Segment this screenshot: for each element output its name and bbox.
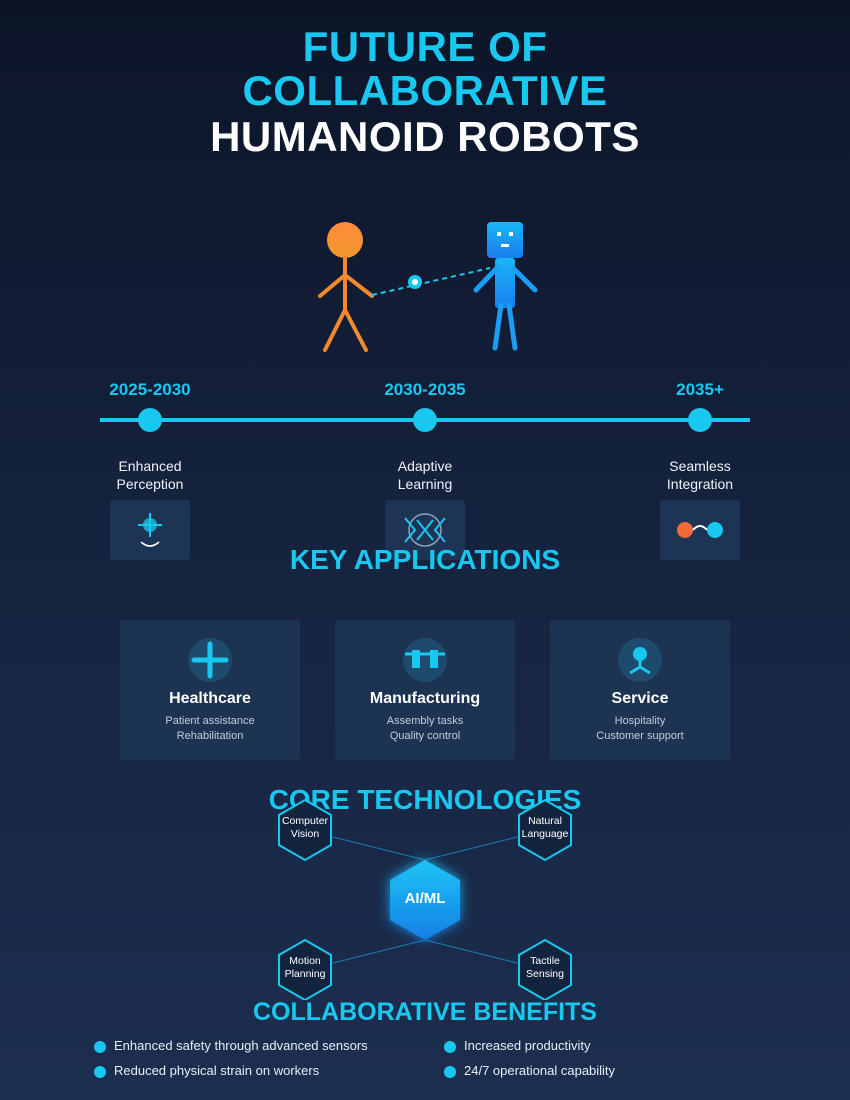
tech-node-computer-vision: Computer Vision — [270, 815, 340, 841]
timeline-marker-1 — [138, 408, 162, 432]
milestone-label-1-line2: Perception — [116, 476, 184, 492]
card-detail: Rehabilitation — [176, 730, 244, 742]
timeline-period-2: 2030-2035 — [384, 380, 466, 399]
milestone-label-3: Seamless Integration — [630, 457, 770, 493]
milestone-label-3-line2: Integration — [666, 476, 734, 492]
connection-link-icon — [371, 267, 491, 296]
tech-node-line: Planning — [284, 968, 326, 980]
milestone-label-2: Adaptive Learning — [355, 457, 495, 493]
tech-node-line: Vision — [290, 828, 320, 840]
card-detail: Hospitality — [614, 715, 666, 727]
milestone-label-3-line1: Seamless — [669, 458, 731, 474]
milestone-label-1: Enhanced Perception — [80, 457, 220, 493]
milestone-label-1-line1: Enhanced — [118, 458, 182, 474]
bullet-icon — [94, 1066, 106, 1078]
milestone-label-2-line1: Adaptive — [397, 458, 453, 474]
application-card-healthcare: Healthcare Patient assistance Rehabilita… — [120, 620, 300, 760]
card-detail: Quality control — [389, 730, 461, 742]
title-line-3: HUMANOID ROBOTS — [210, 113, 640, 160]
tech-node-motion-planning: Motion Planning — [270, 955, 340, 981]
milestone-label-2-line2: Learning — [397, 476, 453, 492]
human-figure-icon — [318, 222, 374, 352]
bullet-icon — [94, 1041, 106, 1053]
benefits-title: COLLABORATIVE BENEFITS — [253, 998, 597, 1026]
benefit-text: Reduced physical strain on workers — [114, 1063, 320, 1078]
bullet-icon — [444, 1041, 456, 1053]
application-card-service: Service Hospitality Customer support — [550, 620, 730, 760]
medical-cross-icon — [188, 638, 232, 682]
benefit-text: Enhanced safety through advanced sensors — [114, 1038, 368, 1053]
tech-node-line: Sensing — [526, 968, 564, 980]
timeline-period-3: 2035+ — [676, 380, 724, 399]
tech-node-line: Tactile — [530, 955, 560, 967]
timeline-period-1: 2025-2030 — [109, 380, 191, 399]
card-detail: Assembly tasks — [386, 715, 464, 727]
applications-title: KEY APPLICATIONS — [289, 544, 561, 575]
hero-illustration — [318, 222, 538, 352]
person-service-icon — [618, 638, 662, 682]
robot-figure-icon — [473, 222, 538, 351]
tech-node-line: Language — [521, 828, 569, 840]
tech-node-line: Computer — [281, 815, 329, 827]
card-title: Manufacturing — [369, 690, 481, 707]
benefit-text: Increased productivity — [464, 1038, 591, 1053]
tech-node-line: Motion — [289, 955, 321, 967]
card-title: Service — [611, 690, 669, 707]
tech-node-natural-language: Natural Language — [510, 815, 580, 841]
ai-ml-label: AI/ML — [404, 890, 446, 907]
assembly-icon — [403, 638, 447, 682]
card-title: Healthcare — [169, 690, 251, 707]
timeline-marker-3 — [688, 408, 712, 432]
tech-node-tactile-sensing: Tactile Sensing — [510, 955, 580, 981]
card-detail: Customer support — [596, 730, 684, 742]
card-detail: Patient assistance — [165, 715, 255, 727]
tech-node-line: Natural — [528, 815, 562, 827]
title-line-1: FUTURE OF — [302, 23, 548, 70]
bullet-icon — [444, 1066, 456, 1078]
application-card-manufacturing: Manufacturing Assembly tasks Quality con… — [335, 620, 515, 760]
benefit-text: 24/7 operational capability — [464, 1063, 616, 1078]
timeline-marker-2 — [413, 408, 437, 432]
title-line-2: COLLABORATIVE — [242, 67, 608, 114]
